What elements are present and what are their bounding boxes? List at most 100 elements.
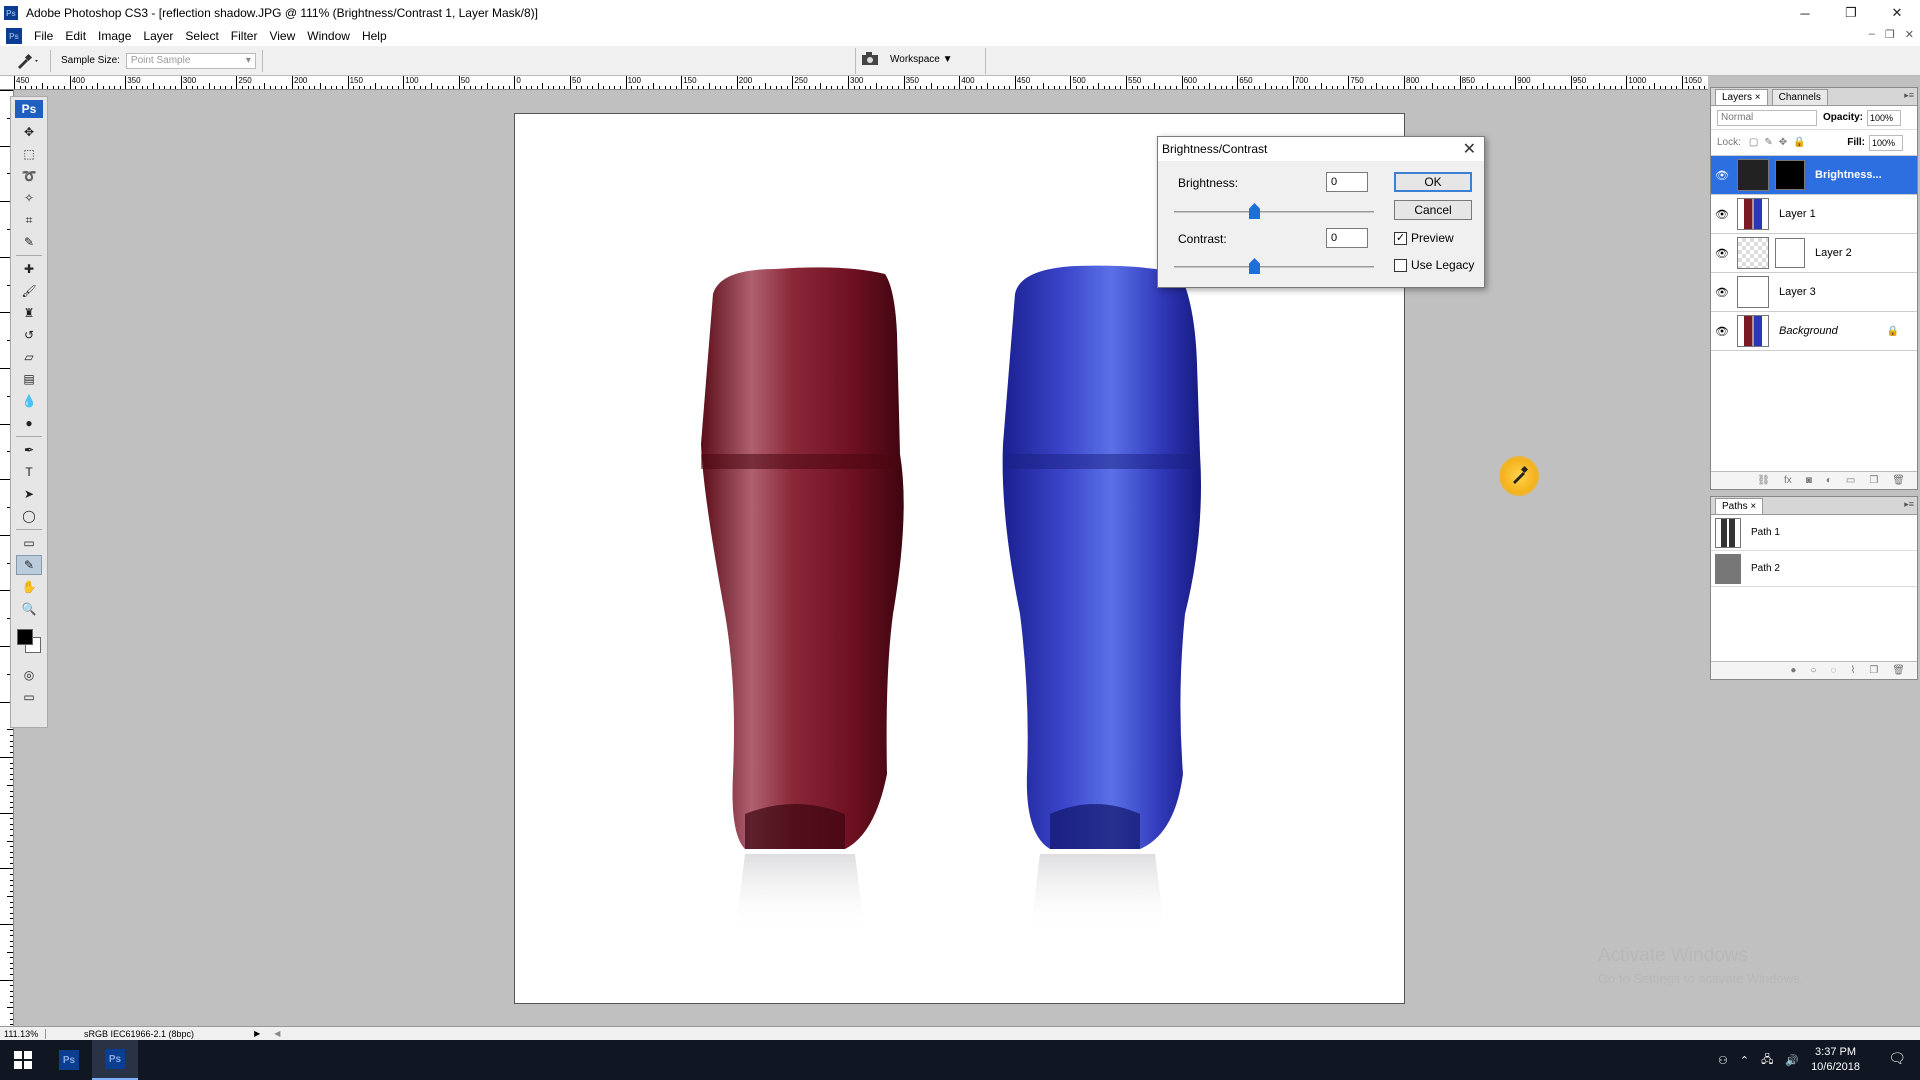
tab-paths[interactable]: Paths × (1715, 498, 1764, 514)
visibility-eye-icon[interactable]: 👁 (1711, 169, 1733, 182)
load-selection-icon[interactable]: ◌ (1830, 665, 1836, 676)
use-legacy-checkbox-box[interactable] (1394, 258, 1407, 272)
doc-restore-icon[interactable]: ❐ (1885, 28, 1895, 41)
foreground-color-swatch[interactable] (17, 629, 33, 645)
path-selection-tool-icon[interactable]: ➤ (16, 484, 42, 504)
bridge-icon[interactable] (860, 50, 882, 68)
ok-button[interactable]: OK (1394, 172, 1472, 192)
menu-file[interactable]: File (34, 29, 53, 43)
zoom-level[interactable]: 111.13% (0, 1028, 46, 1039)
make-work-path-icon[interactable]: ⌇ (1850, 665, 1855, 676)
eraser-tool-icon[interactable]: ▱ (16, 347, 42, 367)
path-row-1[interactable]: Path 1 (1711, 515, 1917, 551)
new-path-icon[interactable]: ❐ (1869, 665, 1878, 676)
fill-path-icon[interactable]: ● (1790, 665, 1796, 676)
minimize-button[interactable]: ─ (1782, 0, 1828, 26)
path-row-2[interactable]: Path 2 (1711, 551, 1917, 587)
menu-image[interactable]: Image (98, 29, 131, 43)
use-legacy-checkbox[interactable]: Use Legacy (1394, 258, 1474, 272)
tab-channels[interactable]: Channels (1771, 89, 1828, 105)
tab-layers[interactable]: Layers × (1715, 89, 1768, 105)
new-layer-icon[interactable]: ❐ (1869, 475, 1878, 486)
brightness-slider-track[interactable] (1174, 211, 1374, 213)
taskbar-photoshop-pinned[interactable]: Ps (46, 1040, 92, 1080)
volume-icon[interactable]: 🔊 (1785, 1054, 1799, 1067)
history-brush-tool-icon[interactable]: ↺ (16, 325, 42, 345)
visibility-eye-icon[interactable]: 👁 (1711, 208, 1733, 221)
sample-size-select[interactable]: Point Sample (125, 52, 256, 69)
network-icon[interactable]: 🖧 (1761, 1051, 1773, 1070)
preview-checkbox-box[interactable]: ✓ (1394, 231, 1407, 245)
menu-view[interactable]: View (269, 29, 295, 43)
opacity-input[interactable]: 100% (1867, 109, 1902, 126)
start-button[interactable] (0, 1040, 46, 1080)
contrast-slider-track[interactable] (1174, 266, 1374, 268)
adjustment-layer-icon[interactable]: ◐ (1826, 475, 1832, 486)
scroll-left-icon[interactable]: ◀ (274, 1029, 280, 1038)
close-button[interactable]: ✕ (1874, 0, 1920, 26)
layer-style-icon[interactable]: fx (1784, 475, 1792, 486)
taskbar-photoshop-running[interactable]: Ps (92, 1040, 138, 1080)
clock[interactable]: 3:37 PM 10/6/2018 (1811, 1045, 1860, 1075)
healing-brush-tool-icon[interactable]: ✚ (16, 259, 42, 279)
lasso-tool-icon[interactable]: ➰ (16, 166, 42, 186)
delete-path-icon[interactable]: 🗑 (1892, 665, 1905, 676)
marquee-tool-icon[interactable]: ⬚ (16, 144, 42, 164)
gradient-tool-icon[interactable]: ▤ (16, 369, 42, 389)
layer-row-layer-2[interactable]: 👁 Layer 2 (1711, 234, 1917, 273)
hand-tool-icon[interactable]: ✋ (16, 577, 42, 597)
contrast-input[interactable]: 0 (1326, 228, 1368, 248)
menu-edit[interactable]: Edit (65, 29, 86, 43)
link-layers-icon[interactable]: ⛓ (1757, 475, 1770, 486)
maximize-button[interactable]: ❐ (1828, 0, 1874, 26)
brightness-input[interactable]: 0 (1326, 172, 1368, 192)
menu-layer[interactable]: Layer (143, 29, 173, 43)
ellipse-tool-icon[interactable]: ◯ (16, 506, 42, 526)
brightness-slider-thumb[interactable] (1249, 203, 1260, 219)
status-menu-arrow-icon[interactable]: ▶ (254, 1029, 260, 1038)
lock-icons[interactable]: ▢✎✥🔒 (1749, 137, 1812, 148)
blur-tool-icon[interactable]: 💧 (16, 391, 42, 411)
slice-tool-icon[interactable]: ✎ (16, 232, 42, 252)
eyedropper-tool-preset-icon[interactable] (14, 51, 44, 71)
visibility-eye-icon[interactable]: 👁 (1711, 286, 1733, 299)
crop-tool-icon[interactable]: ⌗ (16, 210, 42, 230)
app-menu-icon[interactable]: Ps (6, 28, 22, 44)
notifications-icon[interactable]: 🗨 (1888, 1050, 1906, 1067)
eyedropper-tool-icon[interactable]: ✎ (16, 555, 42, 575)
add-mask-icon[interactable]: ◙ (1806, 475, 1812, 486)
menu-help[interactable]: Help (362, 29, 387, 43)
layer-row-layer-3[interactable]: 👁 Layer 3 (1711, 273, 1917, 312)
pen-tool-icon[interactable]: ✒ (16, 440, 42, 460)
people-icon[interactable]: ⚇ (1718, 1054, 1728, 1067)
dodge-tool-icon[interactable]: ● (16, 413, 42, 433)
show-hidden-icons-icon[interactable]: ⌃ (1740, 1054, 1749, 1067)
preview-checkbox[interactable]: ✓ Preview (1394, 231, 1454, 245)
visibility-eye-icon[interactable]: 👁 (1711, 325, 1733, 338)
layer-row-background[interactable]: 👁 Background 🔒 (1711, 312, 1917, 351)
menu-filter[interactable]: Filter (231, 29, 258, 43)
new-group-icon[interactable]: ▭ (1846, 475, 1855, 486)
layer-mask-thumbnail[interactable] (1775, 160, 1805, 190)
layer-row-brightness[interactable]: 👁 Brightness... (1711, 156, 1917, 195)
menu-select[interactable]: Select (185, 29, 218, 43)
blend-mode-select[interactable]: Normal (1717, 109, 1817, 126)
cancel-button[interactable]: Cancel (1394, 200, 1472, 220)
panel-menu-icon[interactable]: ▸≡ (1904, 90, 1914, 101)
fill-input[interactable]: 100% (1869, 134, 1903, 151)
move-tool-icon[interactable]: ✥ (16, 122, 42, 142)
clone-stamp-tool-icon[interactable]: ♜ (16, 303, 42, 323)
type-tool-icon[interactable]: T (16, 462, 42, 482)
workspace-menu[interactable]: Workspace ▼ (890, 54, 953, 65)
zoom-tool-icon[interactable]: 🔍 (16, 599, 42, 619)
layer-row-layer-1[interactable]: 👁 Layer 1 (1711, 195, 1917, 234)
contrast-slider-thumb[interactable] (1249, 258, 1260, 274)
layer-mask-thumbnail[interactable] (1775, 238, 1805, 268)
dialog-close-icon[interactable]: ✕ (1463, 139, 1476, 159)
magic-wand-tool-icon[interactable]: ✧ (16, 188, 42, 208)
panel-menu-icon[interactable]: ▸≡ (1904, 499, 1914, 510)
doc-minimize-icon[interactable]: – (1869, 28, 1875, 41)
quick-mask-icon[interactable]: ◎ (16, 665, 42, 685)
brush-tool-icon[interactable]: 🖌 (16, 281, 42, 301)
screen-mode-icon[interactable]: ▭ (16, 687, 42, 707)
